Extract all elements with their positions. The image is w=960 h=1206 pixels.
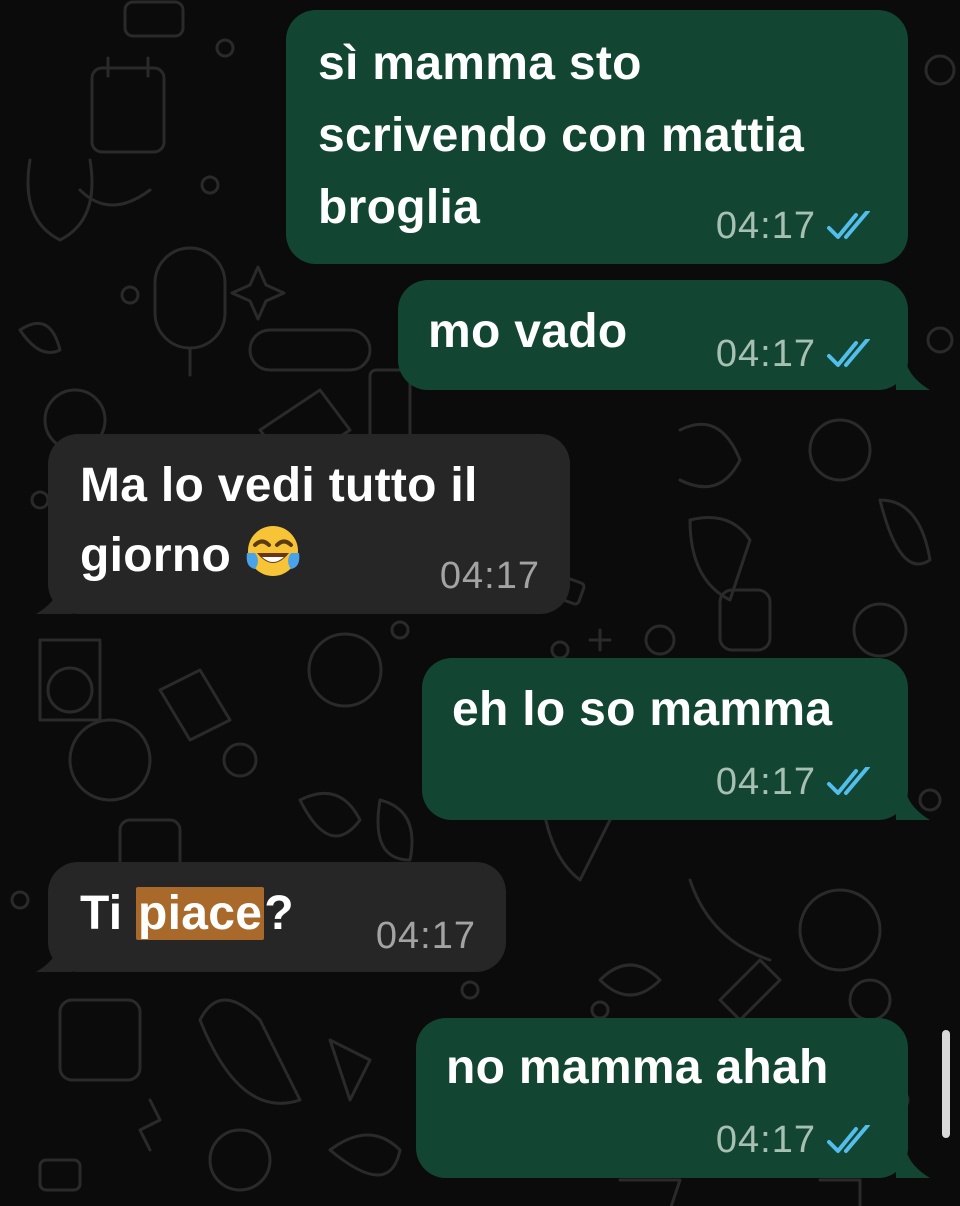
bubble-tail xyxy=(36,586,72,614)
message-time: 04:17 xyxy=(715,205,816,247)
message-text-end: ? xyxy=(264,887,294,940)
read-ticks-icon xyxy=(827,211,870,239)
message-text: Ti piace? xyxy=(80,878,294,950)
tears-of-joy-emoji-icon xyxy=(246,526,300,576)
bubble-tail xyxy=(896,1150,930,1178)
message-text-line: Ma lo vedi tutto il xyxy=(80,459,478,512)
message-meta: 04:17 xyxy=(716,762,880,802)
message-time: 04:17 xyxy=(715,1119,816,1161)
bubble-tail xyxy=(36,944,72,972)
read-ticks-icon xyxy=(827,767,870,795)
message-text-line-2: giorno xyxy=(80,520,301,592)
search-highlight: piace xyxy=(136,887,265,940)
message-meta: 04:17 xyxy=(716,334,880,374)
message-meta: 04:17 xyxy=(440,556,540,596)
message-text-start: Ti xyxy=(80,887,137,940)
message-text-word: giorno xyxy=(80,529,232,582)
chat-screen: sì mamma sto scrivendo con mattia brogli… xyxy=(0,0,960,1206)
message-bubble-outgoing[interactable]: no mamma ahah 04:17 xyxy=(416,1018,908,1178)
message-time: 04:17 xyxy=(439,555,540,597)
read-ticks-icon xyxy=(827,339,870,367)
message-text: mo vado xyxy=(428,305,628,358)
read-ticks-icon xyxy=(827,1125,870,1153)
bubble-tail xyxy=(896,362,930,390)
scrollbar[interactable] xyxy=(942,1030,950,1138)
message-bubble-outgoing[interactable]: eh lo so mamma 04:17 xyxy=(422,658,908,820)
message-meta: 04:17 xyxy=(376,916,476,956)
message-time: 04:17 xyxy=(715,761,816,803)
bubble-tail xyxy=(896,792,930,820)
message-time: 04:17 xyxy=(375,915,476,957)
message-bubble-outgoing[interactable]: sì mamma sto scrivendo con mattia brogli… xyxy=(286,10,908,264)
message-bubble-outgoing[interactable]: mo vado 04:17 xyxy=(398,280,908,390)
message-time: 04:17 xyxy=(715,333,816,375)
message-text: eh lo so mamma xyxy=(452,683,833,736)
message-meta: 04:17 xyxy=(716,206,880,246)
message-bubble-incoming[interactable]: Ma lo vedi tutto il giorno 04:17 xyxy=(48,434,570,614)
message-bubble-incoming[interactable]: Ti piace? 04:17 xyxy=(48,862,506,972)
message-text: no mamma ahah xyxy=(446,1041,829,1094)
message-meta: 04:17 xyxy=(716,1120,880,1160)
